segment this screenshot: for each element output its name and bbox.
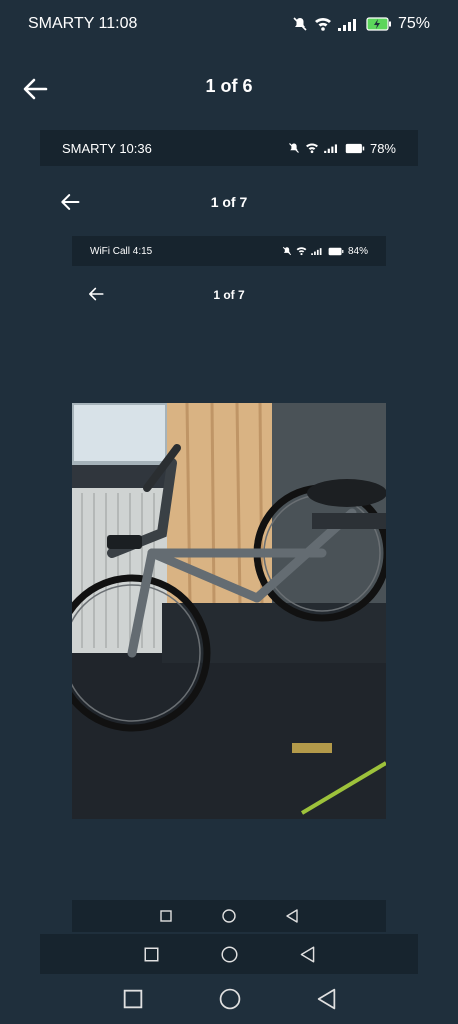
battery-percent: 75% — [397, 15, 430, 32]
battery-charging-icon — [366, 17, 391, 31]
wifi-icon — [296, 247, 307, 256]
nested-status-icons-2: 84% — [282, 246, 368, 257]
recents-button[interactable] — [123, 989, 143, 1009]
battery-icon — [328, 247, 344, 255]
triangle-back-icon — [286, 909, 298, 923]
system-nav-bar — [0, 974, 458, 1024]
wifi-icon — [314, 17, 331, 31]
signal-icon — [337, 19, 356, 31]
triangle-back-icon — [300, 945, 314, 963]
circle-icon — [220, 945, 238, 963]
nested-battery-percent-2: 84% — [347, 245, 368, 257]
signal-icon — [324, 144, 337, 153]
nested-status-carrier-time-2: WiFi Call 4:15 — [90, 245, 153, 257]
status-carrier-time: SMARTY 11:08 — [28, 15, 138, 32]
signal-icon — [311, 248, 322, 255]
nested-nav-bar-1 — [40, 934, 418, 974]
nested-status-bar-2: WiFi Call 4:15 84% — [72, 236, 386, 266]
recents-button[interactable] — [144, 947, 159, 962]
home-button[interactable] — [219, 988, 241, 1010]
square-icon — [123, 989, 142, 1009]
nested-status-carrier-time-1: SMARTY 10:36 — [62, 140, 152, 156]
back-nav-button[interactable] — [317, 988, 336, 1010]
nested-status-bar-1: SMARTY 10:36 78% — [40, 130, 418, 166]
mute-icon — [282, 246, 292, 256]
nested-battery-percent-1: 78% — [369, 140, 396, 156]
back-nav-button[interactable] — [300, 945, 315, 963]
square-icon — [160, 910, 172, 922]
nested-title-1: 1 of 7 — [210, 194, 248, 210]
wifi-icon — [305, 143, 318, 154]
bicycle-photo[interactable] — [72, 403, 386, 819]
status-icons: 75% — [292, 15, 430, 33]
nested-status-icons-1: 78% — [288, 141, 396, 156]
mute-icon — [289, 143, 299, 153]
battery-icon — [345, 143, 365, 153]
bicycle-photo-illustration — [72, 403, 386, 819]
status-bar: SMARTY 11:08 75% — [0, 0, 458, 48]
mute-icon — [293, 17, 307, 31]
home-button[interactable] — [222, 909, 236, 923]
circle-icon — [222, 909, 236, 923]
home-button[interactable] — [220, 945, 238, 963]
page-title: 1 of 6 — [205, 76, 253, 96]
nested-title-2: 1 of 7 — [213, 288, 245, 302]
back-nav-button[interactable] — [286, 909, 298, 923]
square-icon — [144, 947, 158, 961]
nested-nav-bar-2 — [72, 900, 386, 932]
circle-icon — [219, 988, 240, 1010]
triangle-back-icon — [317, 988, 335, 1010]
recents-button[interactable] — [160, 910, 172, 922]
